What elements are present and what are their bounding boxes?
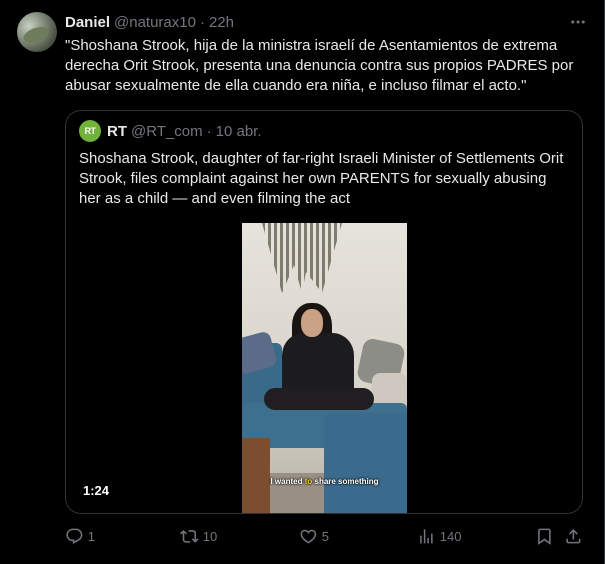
post-text: "Shoshana Strook, hija de la ministra is…: [65, 37, 574, 94]
side-table: [242, 438, 270, 513]
rt-logo-avatar[interactable]: RT: [79, 120, 101, 142]
separator-dot: ·: [206, 122, 212, 140]
couch-front: [324, 413, 407, 513]
subtitle-text: I wanted: [270, 477, 305, 486]
post-container[interactable]: Daniel @naturax10 · 22h "Shoshana Strook…: [0, 0, 605, 564]
separator-dot: ·: [199, 13, 205, 31]
reply-icon: [66, 528, 83, 544]
repost-count: 10: [202, 528, 218, 544]
author-handle[interactable]: @naturax10: [114, 14, 196, 31]
repost-button[interactable]: 10: [180, 526, 217, 546]
quoted-post-text: Shoshana Strook, daughter of far-right I…: [79, 150, 564, 207]
person-face: [301, 309, 323, 337]
quoted-post-header: RT RT @RT_com · 10 abr.: [79, 120, 262, 142]
like-count: 5: [321, 528, 329, 544]
subtitle-text: share something: [312, 477, 379, 486]
video-subtitle: I wanted to share something: [242, 477, 407, 486]
video-player[interactable]: I wanted to share something: [242, 223, 407, 513]
share-icon: [566, 528, 581, 544]
views-icon: [420, 528, 433, 544]
bookmark-button[interactable]: [535, 526, 554, 546]
more-options-button[interactable]: [568, 14, 588, 30]
quoted-post-date[interactable]: 10 abr.: [216, 123, 262, 140]
like-button[interactable]: 5: [299, 526, 329, 546]
post-time[interactable]: 22h: [209, 14, 234, 31]
bookmark-icon: [538, 528, 551, 545]
heart-icon: [300, 529, 317, 544]
quoted-post[interactable]: RT RT @RT_com · 10 abr. Shoshana Strook,…: [65, 110, 583, 514]
post-header: Daniel @naturax10 · 22h: [65, 12, 234, 32]
video-duration: 1:24: [83, 483, 110, 498]
person-legs: [264, 388, 374, 410]
quoted-author-handle[interactable]: @RT_com: [131, 123, 203, 140]
author-name[interactable]: Daniel: [65, 14, 110, 31]
views-count: 140: [439, 528, 462, 544]
reply-count: 1: [87, 528, 95, 544]
avatar[interactable]: [17, 12, 57, 52]
views-button[interactable]: 140: [417, 526, 461, 546]
more-horizontal-icon: [571, 20, 585, 24]
action-bar: 1 10 5 140: [65, 526, 585, 546]
share-button[interactable]: [564, 526, 583, 546]
repost-icon: [180, 529, 199, 543]
quoted-author-name[interactable]: RT: [107, 123, 127, 140]
reply-button[interactable]: 1: [65, 526, 95, 546]
